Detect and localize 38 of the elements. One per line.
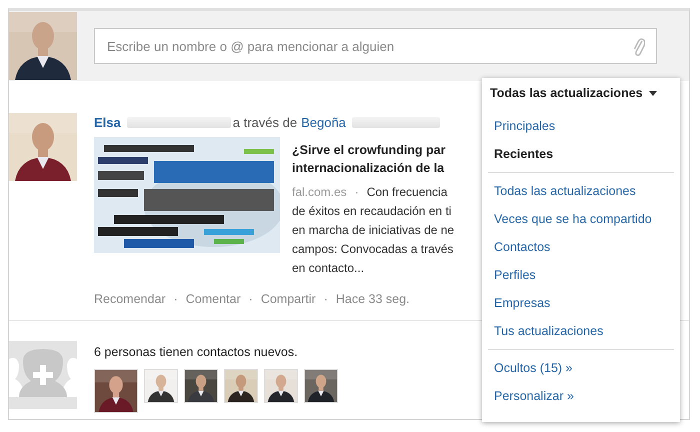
menu-item[interactable]: Ocultos (15) » xyxy=(488,354,674,382)
contact-avatar[interactable] xyxy=(144,369,178,403)
menu-item[interactable]: Empresas xyxy=(488,289,674,317)
article-snippet: en contacto... xyxy=(292,260,366,277)
contact-avatar[interactable] xyxy=(264,369,298,403)
article-snippet: de éxitos en recaudación en ti xyxy=(292,203,452,220)
contact-avatar[interactable] xyxy=(224,369,258,403)
contact-avatar[interactable] xyxy=(304,369,338,403)
share-input[interactable]: Escribe un nombre o @ para mencionar a alguien xyxy=(94,28,657,64)
author-link[interactable]: Begoña xyxy=(301,114,346,130)
separator-dot: · xyxy=(174,292,178,306)
caret-icon xyxy=(648,90,657,96)
timestamp: Hace 33 seg. xyxy=(336,292,410,306)
menu-item[interactable]: Tus actualizaciones xyxy=(488,317,674,345)
contact-avatar[interactable] xyxy=(94,369,138,413)
article-title[interactable]: ¿Sirve el crowfunding par xyxy=(292,141,480,159)
menu-item[interactable]: Veces que se ha compartido xyxy=(488,205,674,233)
connections-text: 6 personas tienen contactos nuevos. xyxy=(94,345,299,359)
menu-item[interactable]: Contactos xyxy=(488,233,674,261)
action-link[interactable]: Recomendar xyxy=(94,292,166,306)
article-snippet: en marcha de iniciativas de ne xyxy=(292,222,456,239)
menu-item[interactable]: Recientes xyxy=(482,140,680,168)
via-text: a través de xyxy=(232,114,298,130)
article-snippet: Con frecuencia xyxy=(366,184,448,201)
article-snippet: campos: Convocadas a través xyxy=(292,241,454,258)
separator-dot: · xyxy=(354,184,359,201)
separator-dot: · xyxy=(324,292,328,306)
separator-dot: · xyxy=(248,292,253,306)
menu-item[interactable]: Perfiles xyxy=(488,261,674,289)
menu-item[interactable]: Personalizar » xyxy=(488,382,674,410)
contact-avatar[interactable] xyxy=(184,369,218,403)
author-link[interactable]: Elsa xyxy=(94,114,121,130)
menu-item[interactable]: Principales xyxy=(482,112,680,140)
menu-item[interactable]: Todas las actualizaciones xyxy=(488,177,674,205)
action-link[interactable]: Comentar xyxy=(186,292,241,306)
filter-dropdown[interactable]: Todas las actualizaciones xyxy=(482,84,665,108)
action-link[interactable]: Compartir xyxy=(260,292,316,306)
article-title[interactable]: internacionalización de la xyxy=(292,159,480,177)
